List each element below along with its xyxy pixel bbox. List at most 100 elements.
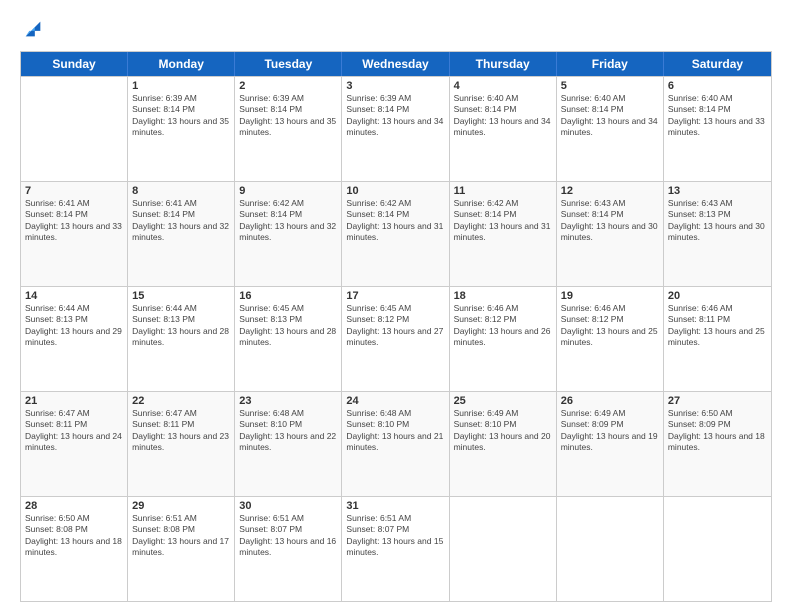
- calendar-cell-4-3: 23Sunrise: 6:48 AM Sunset: 8:10 PM Dayli…: [235, 392, 342, 496]
- day-number: 5: [561, 80, 659, 92]
- header-day-friday: Friday: [557, 52, 664, 76]
- calendar-cell-5-6: [557, 497, 664, 601]
- day-number: 9: [239, 185, 337, 197]
- day-number: 12: [561, 185, 659, 197]
- day-number: 22: [132, 395, 230, 407]
- calendar-cell-5-7: [664, 497, 771, 601]
- day-number: 18: [454, 290, 552, 302]
- day-number: 21: [25, 395, 123, 407]
- calendar-cell-2-5: 11Sunrise: 6:42 AM Sunset: 8:14 PM Dayli…: [450, 182, 557, 286]
- day-info: Sunrise: 6:46 AM Sunset: 8:12 PM Dayligh…: [454, 303, 552, 349]
- calendar-cell-2-3: 9Sunrise: 6:42 AM Sunset: 8:14 PM Daylig…: [235, 182, 342, 286]
- calendar-cell-5-5: [450, 497, 557, 601]
- calendar-row-1: 1Sunrise: 6:39 AM Sunset: 8:14 PM Daylig…: [21, 76, 771, 181]
- calendar-cell-4-5: 25Sunrise: 6:49 AM Sunset: 8:10 PM Dayli…: [450, 392, 557, 496]
- day-info: Sunrise: 6:48 AM Sunset: 8:10 PM Dayligh…: [346, 408, 444, 454]
- day-info: Sunrise: 6:50 AM Sunset: 8:09 PM Dayligh…: [668, 408, 767, 454]
- calendar-cell-1-3: 2Sunrise: 6:39 AM Sunset: 8:14 PM Daylig…: [235, 77, 342, 181]
- calendar-cell-2-6: 12Sunrise: 6:43 AM Sunset: 8:14 PM Dayli…: [557, 182, 664, 286]
- header-day-sunday: Sunday: [21, 52, 128, 76]
- calendar-cell-5-4: 31Sunrise: 6:51 AM Sunset: 8:07 PM Dayli…: [342, 497, 449, 601]
- day-number: 20: [668, 290, 767, 302]
- header-day-monday: Monday: [128, 52, 235, 76]
- day-number: 11: [454, 185, 552, 197]
- calendar-row-3: 14Sunrise: 6:44 AM Sunset: 8:13 PM Dayli…: [21, 286, 771, 391]
- day-info: Sunrise: 6:43 AM Sunset: 8:13 PM Dayligh…: [668, 198, 767, 244]
- calendar-body: 1Sunrise: 6:39 AM Sunset: 8:14 PM Daylig…: [21, 76, 771, 601]
- day-number: 27: [668, 395, 767, 407]
- day-info: Sunrise: 6:49 AM Sunset: 8:09 PM Dayligh…: [561, 408, 659, 454]
- day-info: Sunrise: 6:51 AM Sunset: 8:07 PM Dayligh…: [346, 513, 444, 559]
- day-info: Sunrise: 6:44 AM Sunset: 8:13 PM Dayligh…: [132, 303, 230, 349]
- logo-arrow-icon: [22, 18, 44, 40]
- calendar-row-5: 28Sunrise: 6:50 AM Sunset: 8:08 PM Dayli…: [21, 496, 771, 601]
- day-info: Sunrise: 6:40 AM Sunset: 8:14 PM Dayligh…: [454, 93, 552, 139]
- day-info: Sunrise: 6:51 AM Sunset: 8:08 PM Dayligh…: [132, 513, 230, 559]
- calendar-row-2: 7Sunrise: 6:41 AM Sunset: 8:14 PM Daylig…: [21, 181, 771, 286]
- calendar-cell-5-1: 28Sunrise: 6:50 AM Sunset: 8:08 PM Dayli…: [21, 497, 128, 601]
- day-info: Sunrise: 6:40 AM Sunset: 8:14 PM Dayligh…: [668, 93, 767, 139]
- header-day-wednesday: Wednesday: [342, 52, 449, 76]
- day-info: Sunrise: 6:39 AM Sunset: 8:14 PM Dayligh…: [132, 93, 230, 139]
- day-info: Sunrise: 6:45 AM Sunset: 8:12 PM Dayligh…: [346, 303, 444, 349]
- day-number: 3: [346, 80, 444, 92]
- day-number: 31: [346, 500, 444, 512]
- day-number: 2: [239, 80, 337, 92]
- calendar-cell-5-2: 29Sunrise: 6:51 AM Sunset: 8:08 PM Dayli…: [128, 497, 235, 601]
- day-info: Sunrise: 6:41 AM Sunset: 8:14 PM Dayligh…: [25, 198, 123, 244]
- header: [20, 18, 772, 41]
- day-number: 1: [132, 80, 230, 92]
- calendar: SundayMondayTuesdayWednesdayThursdayFrid…: [20, 51, 772, 602]
- day-number: 19: [561, 290, 659, 302]
- day-info: Sunrise: 6:47 AM Sunset: 8:11 PM Dayligh…: [132, 408, 230, 454]
- day-number: 13: [668, 185, 767, 197]
- calendar-cell-3-1: 14Sunrise: 6:44 AM Sunset: 8:13 PM Dayli…: [21, 287, 128, 391]
- day-info: Sunrise: 6:42 AM Sunset: 8:14 PM Dayligh…: [346, 198, 444, 244]
- calendar-header: SundayMondayTuesdayWednesdayThursdayFrid…: [21, 52, 771, 76]
- header-day-saturday: Saturday: [664, 52, 771, 76]
- calendar-cell-3-2: 15Sunrise: 6:44 AM Sunset: 8:13 PM Dayli…: [128, 287, 235, 391]
- day-number: 23: [239, 395, 337, 407]
- header-day-tuesday: Tuesday: [235, 52, 342, 76]
- calendar-cell-2-1: 7Sunrise: 6:41 AM Sunset: 8:14 PM Daylig…: [21, 182, 128, 286]
- day-number: 14: [25, 290, 123, 302]
- calendar-cell-3-6: 19Sunrise: 6:46 AM Sunset: 8:12 PM Dayli…: [557, 287, 664, 391]
- day-number: 10: [346, 185, 444, 197]
- day-number: 25: [454, 395, 552, 407]
- calendar-cell-1-7: 6Sunrise: 6:40 AM Sunset: 8:14 PM Daylig…: [664, 77, 771, 181]
- calendar-cell-2-7: 13Sunrise: 6:43 AM Sunset: 8:13 PM Dayli…: [664, 182, 771, 286]
- day-info: Sunrise: 6:39 AM Sunset: 8:14 PM Dayligh…: [346, 93, 444, 139]
- day-number: 17: [346, 290, 444, 302]
- day-info: Sunrise: 6:46 AM Sunset: 8:12 PM Dayligh…: [561, 303, 659, 349]
- calendar-cell-4-1: 21Sunrise: 6:47 AM Sunset: 8:11 PM Dayli…: [21, 392, 128, 496]
- day-number: 29: [132, 500, 230, 512]
- calendar-cell-3-7: 20Sunrise: 6:46 AM Sunset: 8:11 PM Dayli…: [664, 287, 771, 391]
- calendar-cell-4-4: 24Sunrise: 6:48 AM Sunset: 8:10 PM Dayli…: [342, 392, 449, 496]
- day-info: Sunrise: 6:45 AM Sunset: 8:13 PM Dayligh…: [239, 303, 337, 349]
- day-info: Sunrise: 6:44 AM Sunset: 8:13 PM Dayligh…: [25, 303, 123, 349]
- calendar-cell-3-4: 17Sunrise: 6:45 AM Sunset: 8:12 PM Dayli…: [342, 287, 449, 391]
- calendar-cell-3-5: 18Sunrise: 6:46 AM Sunset: 8:12 PM Dayli…: [450, 287, 557, 391]
- header-day-thursday: Thursday: [450, 52, 557, 76]
- logo: [20, 18, 44, 41]
- day-number: 28: [25, 500, 123, 512]
- day-number: 4: [454, 80, 552, 92]
- day-number: 15: [132, 290, 230, 302]
- day-number: 6: [668, 80, 767, 92]
- calendar-cell-1-4: 3Sunrise: 6:39 AM Sunset: 8:14 PM Daylig…: [342, 77, 449, 181]
- day-number: 24: [346, 395, 444, 407]
- day-number: 8: [132, 185, 230, 197]
- page: SundayMondayTuesdayWednesdayThursdayFrid…: [0, 0, 792, 612]
- day-info: Sunrise: 6:42 AM Sunset: 8:14 PM Dayligh…: [454, 198, 552, 244]
- day-info: Sunrise: 6:42 AM Sunset: 8:14 PM Dayligh…: [239, 198, 337, 244]
- calendar-cell-4-6: 26Sunrise: 6:49 AM Sunset: 8:09 PM Dayli…: [557, 392, 664, 496]
- day-number: 30: [239, 500, 337, 512]
- day-number: 16: [239, 290, 337, 302]
- day-info: Sunrise: 6:50 AM Sunset: 8:08 PM Dayligh…: [25, 513, 123, 559]
- calendar-cell-2-4: 10Sunrise: 6:42 AM Sunset: 8:14 PM Dayli…: [342, 182, 449, 286]
- day-number: 7: [25, 185, 123, 197]
- calendar-row-4: 21Sunrise: 6:47 AM Sunset: 8:11 PM Dayli…: [21, 391, 771, 496]
- day-info: Sunrise: 6:47 AM Sunset: 8:11 PM Dayligh…: [25, 408, 123, 454]
- day-info: Sunrise: 6:41 AM Sunset: 8:14 PM Dayligh…: [132, 198, 230, 244]
- calendar-cell-1-6: 5Sunrise: 6:40 AM Sunset: 8:14 PM Daylig…: [557, 77, 664, 181]
